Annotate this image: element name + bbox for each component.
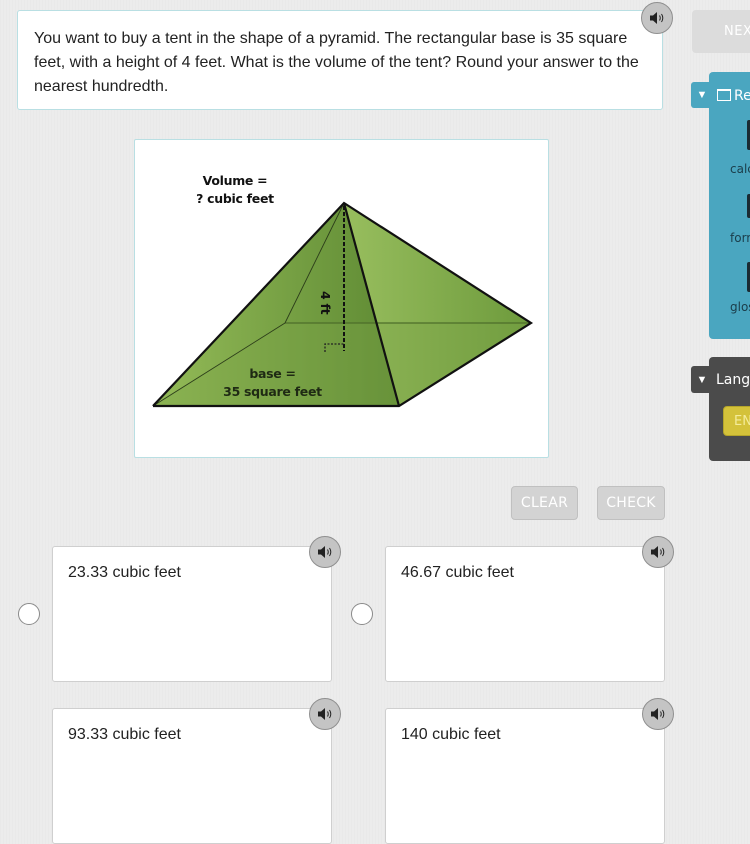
question-box: You want to buy a tent in the shape of a… — [17, 10, 663, 110]
language-collapse-toggle[interactable]: ▼ — [691, 366, 713, 393]
option-c-audio-button[interactable] — [309, 698, 341, 730]
resource-item-formulas[interactable]: formulas — [730, 231, 750, 245]
triangle-down-icon: ▼ — [696, 89, 708, 101]
speaker-icon — [651, 708, 665, 720]
option-b-audio-button[interactable] — [642, 536, 674, 568]
option-card-b[interactable]: 46.67 cubic feet — [385, 546, 665, 682]
speaker-icon — [651, 546, 665, 558]
option-text-b: 46.67 cubic feet — [401, 564, 514, 581]
volume-label-line1: Volume = — [202, 173, 268, 188]
volume-label-line2: ? cubic feet — [196, 191, 274, 206]
language-panel: Language EN — [709, 357, 750, 461]
window-icon — [717, 89, 731, 101]
option-a-audio-button[interactable] — [309, 536, 341, 568]
language-title: Language — [716, 372, 750, 388]
base-label: base = 35 square feet — [215, 365, 330, 401]
option-d-audio-button[interactable] — [642, 698, 674, 730]
resources-collapse-toggle[interactable]: ▼ — [691, 82, 713, 108]
language-en-button[interactable]: EN — [723, 406, 750, 436]
resource-item-glossary[interactable]: glossary — [730, 300, 750, 314]
option-text-c: 93.33 cubic feet — [68, 726, 181, 743]
option-card-c[interactable]: 93.33 cubic feet — [52, 708, 332, 844]
option-card-d[interactable]: 140 cubic feet — [385, 708, 665, 844]
speaker-icon — [650, 12, 664, 24]
base-label-line1: base = — [249, 366, 296, 381]
option-radio-a[interactable] — [18, 603, 40, 625]
speaker-icon — [318, 708, 332, 720]
height-label: 4 ft — [318, 291, 333, 315]
resources-header[interactable]: Resources — [717, 88, 750, 104]
base-label-line2: 35 square feet — [223, 384, 322, 399]
next-button[interactable]: NEXT — [692, 10, 750, 53]
resource-item-calculator[interactable]: calculator — [730, 162, 750, 176]
question-audio-button[interactable] — [641, 2, 673, 34]
triangle-down-icon: ▼ — [696, 373, 708, 386]
question-text: You want to buy a tent in the shape of a… — [34, 30, 639, 95]
pyramid-figure: Volume = ? cubic feet 4 ft base = 35 squ… — [134, 139, 549, 458]
speaker-icon — [318, 546, 332, 558]
volume-label: Volume = ? cubic feet — [185, 172, 285, 208]
check-button[interactable]: CHECK — [597, 486, 665, 520]
clear-button[interactable]: CLEAR — [511, 486, 578, 520]
option-radio-b[interactable] — [351, 603, 373, 625]
option-card-a[interactable]: 23.33 cubic feet — [52, 546, 332, 682]
option-text-d: 140 cubic feet — [401, 726, 501, 743]
resources-title: Resources — [734, 88, 750, 104]
resources-panel: Resources calculator formulas glossary — [709, 72, 750, 339]
option-text-a: 23.33 cubic feet — [68, 564, 181, 581]
